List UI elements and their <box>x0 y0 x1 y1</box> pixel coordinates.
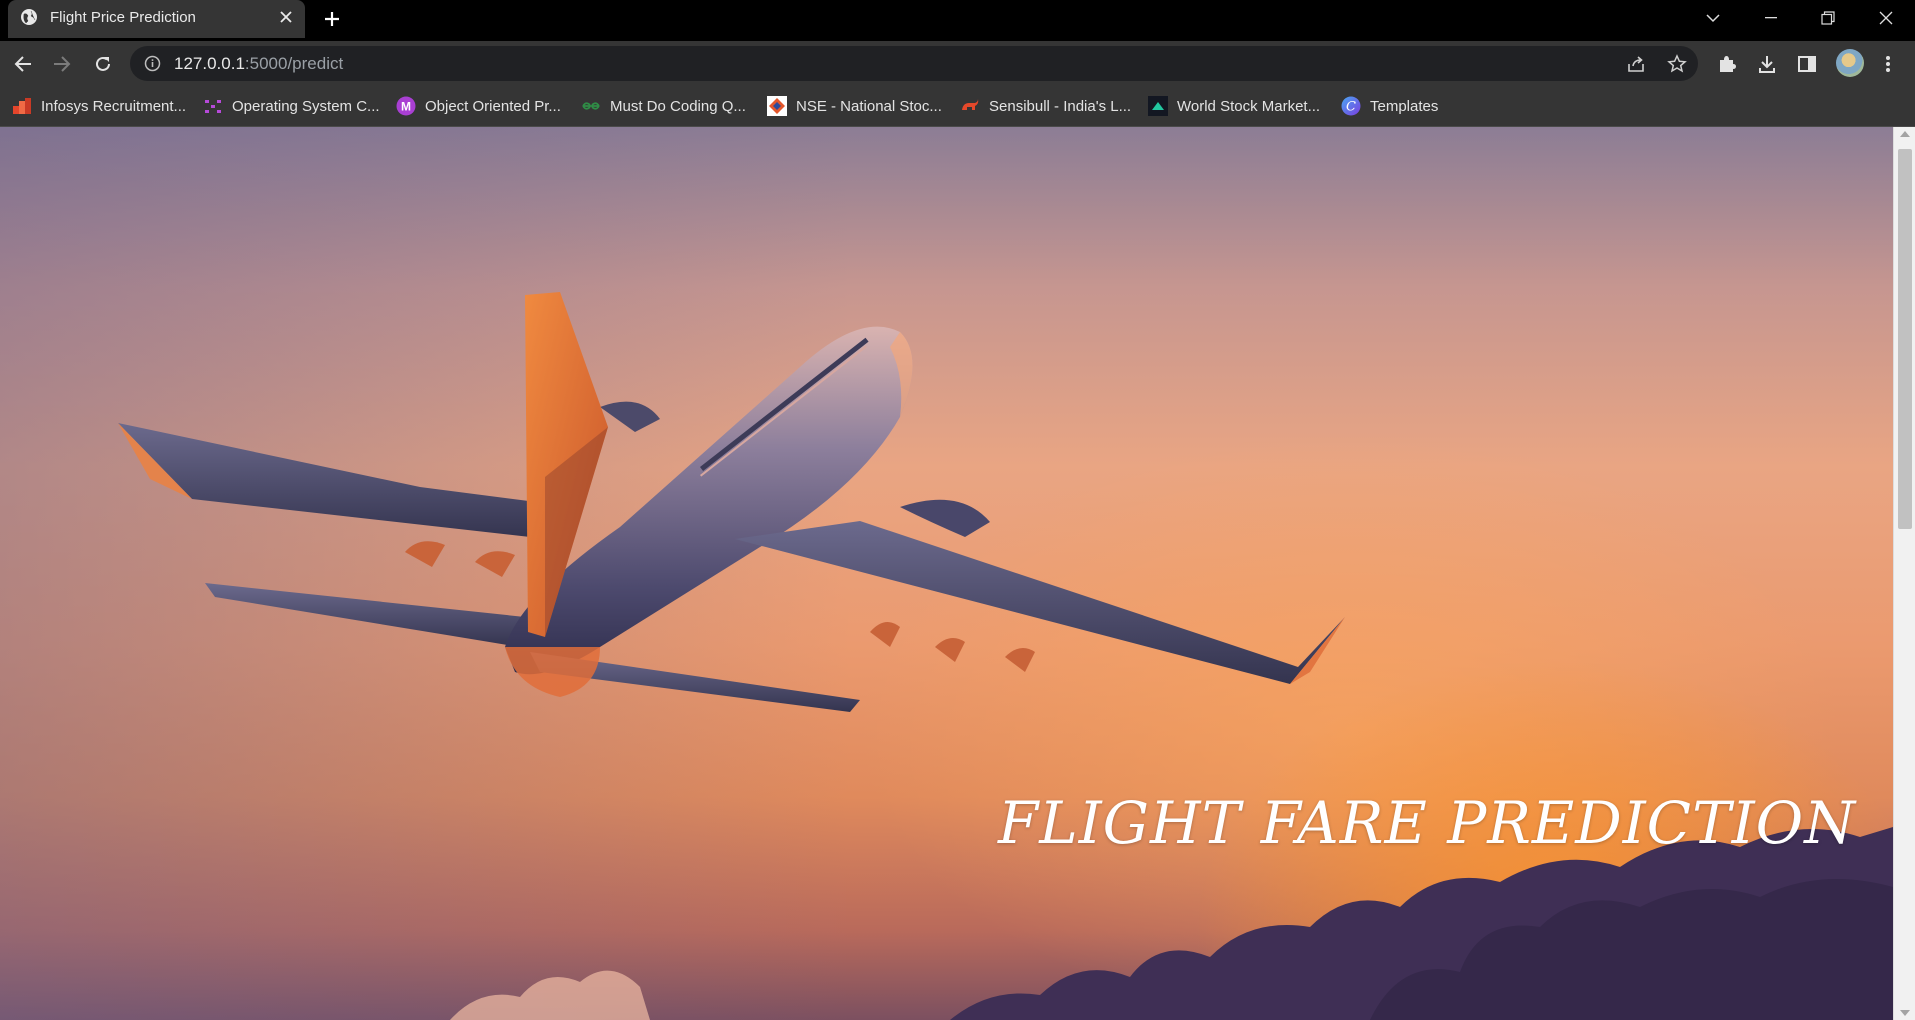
share-icon[interactable] <box>1627 54 1647 74</box>
bookmark-templates[interactable]: C Templates <box>1341 95 1438 117</box>
bookmark-must-do-coding[interactable]: Must Do Coding Q... <box>581 95 746 117</box>
more-menu-icon[interactable] <box>1875 51 1901 77</box>
extensions-puzzle-icon[interactable] <box>1714 51 1740 77</box>
canva-icon: C <box>1341 96 1361 116</box>
site-info-icon[interactable] <box>144 55 161 72</box>
page-title: FLIGHT FARE PREDICTION <box>998 789 1856 857</box>
restore-button[interactable] <box>1810 4 1846 32</box>
address-bar[interactable]: 127.0.0.1:5000/predict <box>130 46 1698 81</box>
bookmark-object-oriented[interactable]: M Object Oriented Pr... <box>396 95 561 117</box>
scroll-thumb[interactable] <box>1898 149 1912 529</box>
globe-icon <box>20 8 38 26</box>
reload-icon[interactable] <box>90 51 116 77</box>
bookmark-operating-system[interactable]: Operating System C... <box>203 95 380 117</box>
geeks-icon <box>581 96 601 116</box>
bookmark-infosys[interactable]: Infosys Recruitment... <box>12 95 186 117</box>
close-tab-icon[interactable] <box>276 7 296 27</box>
bookmark-sensibull[interactable]: Sensibull - India's L... <box>960 95 1131 117</box>
clouds-image <box>450 827 1893 1020</box>
bookmark-world-stock-market[interactable]: World Stock Market... <box>1148 95 1320 117</box>
nse-icon <box>767 96 787 116</box>
url-path: :5000/predict <box>244 54 344 73</box>
profile-avatar[interactable] <box>1836 49 1864 77</box>
bookmark-label: Infosys Recruitment... <box>41 97 187 115</box>
infosys-icon <box>12 96 32 116</box>
svg-text:C: C <box>1346 100 1356 115</box>
tab-search-chevron-icon[interactable] <box>1695 4 1731 32</box>
download-icon[interactable] <box>1754 51 1780 77</box>
url-text: 127.0.0.1:5000/predict <box>174 54 343 74</box>
tradingview-icon <box>1148 96 1168 116</box>
tab-flight-price-prediction[interactable]: Flight Price Prediction <box>8 0 305 38</box>
bookmark-label: Templates <box>1370 97 1439 115</box>
bookmark-label: Must Do Coding Q... <box>610 97 746 115</box>
bookmark-label: Object Oriented Pr... <box>425 97 561 115</box>
bookmark-label: World Stock Market... <box>1177 97 1321 115</box>
page-viewport: FLIGHT FARE PREDICTION <box>0 127 1893 1020</box>
scroll-down-arrow-icon[interactable] <box>1900 1010 1910 1016</box>
new-tab-button[interactable] <box>320 7 344 31</box>
bookmark-label: NSE - National Stoc... <box>796 97 942 115</box>
bookmark-label: Operating System C... <box>232 97 380 115</box>
page-scrollbar[interactable] <box>1893 127 1915 1020</box>
scroll-up-arrow-icon[interactable] <box>1900 131 1910 137</box>
bookmark-star-icon[interactable] <box>1667 54 1687 74</box>
m-circle-icon: M <box>396 96 416 116</box>
bookmark-label: Sensibull - India's L... <box>989 97 1132 115</box>
url-host: 127.0.0.1 <box>174 54 245 73</box>
dots-icon <box>203 96 223 116</box>
bookmarks-bar: Infosys Recruitment... Operating System … <box>0 86 1915 127</box>
bookmark-nse[interactable]: NSE - National Stoc... <box>767 95 942 117</box>
bull-icon <box>960 96 980 116</box>
minimize-button[interactable] <box>1753 4 1789 32</box>
svg-text:M: M <box>401 100 411 114</box>
forward-arrow-icon[interactable] <box>49 51 75 77</box>
browser-toolbar: 127.0.0.1:5000/predict <box>0 41 1915 86</box>
tab-strip: Flight Price Prediction <box>0 0 1915 41</box>
tab-title: Flight Price Prediction <box>50 9 196 26</box>
side-panel-icon[interactable] <box>1794 51 1820 77</box>
close-window-button[interactable] <box>1868 4 1904 32</box>
back-arrow-icon[interactable] <box>10 51 36 77</box>
